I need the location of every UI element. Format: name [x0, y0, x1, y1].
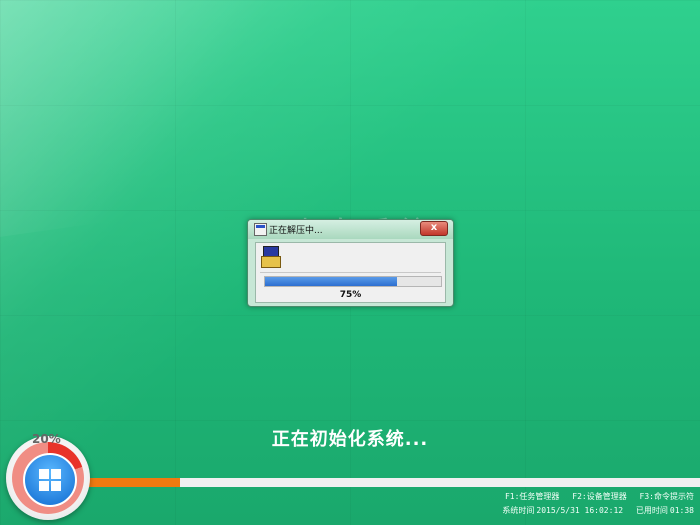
extract-dialog: 正在解压中... x 75%: [247, 219, 454, 307]
time-row: 系统时间 2015/5/31 16:02:12 已用时间 01:38: [494, 504, 694, 518]
status-message: 正在初始化系统...: [271, 429, 429, 450]
divider: [260, 272, 441, 273]
installer-icon: [261, 246, 281, 268]
progress-badge: 20%: [6, 432, 90, 520]
hotkey-device-manager[interactable]: F2:设备管理器: [572, 492, 626, 501]
extract-progress-label: 75%: [339, 290, 362, 300]
dialog-body: 75%: [255, 242, 446, 303]
hotkey-task-manager[interactable]: F1:任务管理器: [505, 492, 559, 501]
system-time-value: 2015/5/31 16:02:12: [536, 506, 624, 515]
overall-progress-fill: [88, 478, 180, 487]
hotkey-command-prompt[interactable]: F3:命令提示符: [640, 492, 694, 501]
system-time-label: 系统时间: [502, 506, 535, 515]
hotkey-row: F1:任务管理器 F2:设备管理器 F3:命令提示符: [494, 490, 694, 504]
elapsed-time-label: 已用时间: [635, 506, 668, 515]
footer-hints: F1:任务管理器 F2:设备管理器 F3:命令提示符 系统时间 2015/5/31…: [494, 490, 694, 518]
extract-progress-bar: [264, 276, 442, 287]
progress-ring: [12, 442, 84, 514]
windows-logo-icon: [39, 469, 61, 491]
windows-orb: [23, 453, 77, 507]
extract-progress-fill: [265, 277, 397, 286]
overall-progress-bar: [88, 478, 700, 487]
overall-progress-label: 20%: [32, 432, 61, 446]
elapsed-time-value: 01:38: [669, 506, 694, 515]
dialog-titlebar[interactable]: 正在解压中... x: [248, 220, 453, 239]
window-app-icon: [254, 223, 267, 236]
close-button[interactable]: x: [420, 221, 448, 236]
dialog-title: 正在解压中...: [269, 226, 323, 236]
